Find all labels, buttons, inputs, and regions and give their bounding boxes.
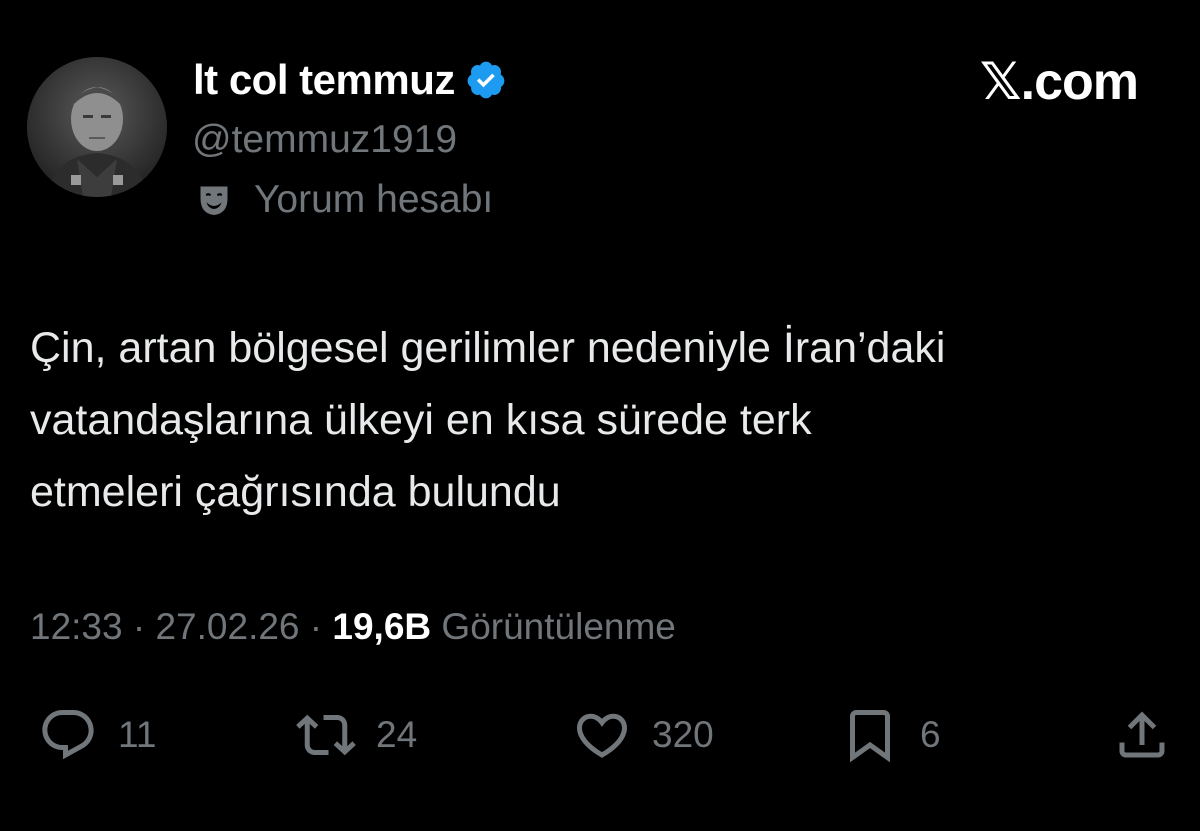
account-label: Yorum hesabı — [254, 178, 494, 221]
tweet-date[interactable]: 27.02.26 — [155, 606, 299, 647]
share-button[interactable] — [1112, 700, 1172, 770]
display-name[interactable]: lt col temmuz — [193, 56, 455, 104]
reply-icon — [42, 710, 94, 760]
bookmark-icon — [850, 710, 890, 763]
brand-logo: 𝕏.com — [979, 53, 1139, 111]
retweet-icon — [296, 714, 356, 756]
bookmark-button[interactable]: 6 — [840, 700, 941, 770]
retweet-button[interactable]: 24 — [296, 700, 417, 770]
views-count[interactable]: 19,6B — [332, 606, 431, 647]
avatar[interactable] — [27, 57, 167, 197]
retweet-count: 24 — [376, 714, 418, 755]
like-button[interactable]: 320 — [572, 700, 714, 770]
heart-icon — [576, 713, 628, 758]
meta-separator: · — [299, 606, 333, 647]
bookmark-count: 6 — [920, 714, 941, 755]
avatar-portrait — [27, 57, 167, 197]
views-label: Görüntülenme — [441, 606, 676, 647]
verified-badge-icon — [467, 61, 505, 99]
author-handle[interactable]: @temmuz1919 — [192, 118, 457, 162]
tweet-time[interactable]: 12:33 — [30, 606, 123, 647]
author-name-row[interactable]: lt col temmuz — [193, 54, 507, 106]
tweet-text: Çin, artan bölgesel gerilimler nedeniyle… — [30, 324, 946, 516]
account-label-row: Yorum hesabı — [196, 178, 493, 222]
tweet-actions: 11 24 320 6 — [0, 700, 1200, 770]
tweet-meta: 12:33 · 27.02.26 · 19,6B Görüntülenme — [30, 606, 676, 648]
mask-icon — [200, 186, 228, 215]
share-icon — [1119, 711, 1165, 758]
reply-count: 11 — [118, 714, 157, 755]
reply-button[interactable]: 11 — [38, 700, 156, 770]
like-count: 320 — [652, 714, 714, 755]
meta-separator: · — [122, 606, 156, 647]
